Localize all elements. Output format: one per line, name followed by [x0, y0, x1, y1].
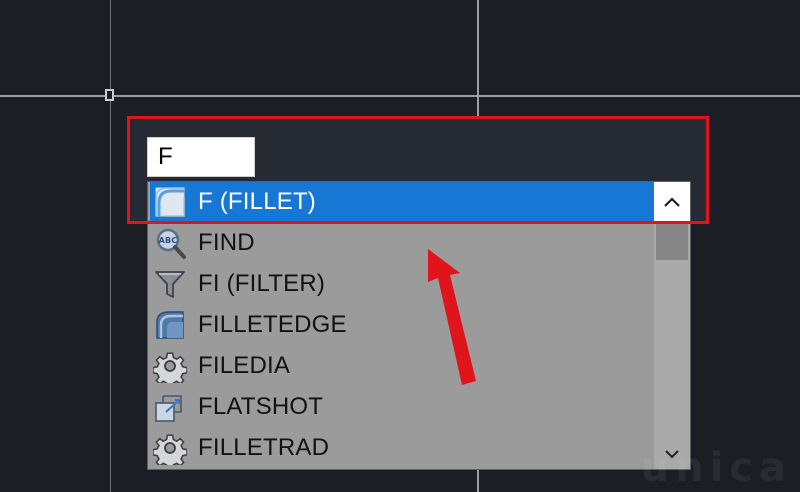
drawing-vertical-line	[110, 0, 111, 492]
gear-icon	[150, 430, 190, 466]
find-text-icon: ABC	[150, 225, 190, 261]
crosshair-pickbox	[105, 89, 114, 101]
flatshot-icon	[150, 389, 190, 425]
filletedge-icon	[150, 307, 190, 343]
gear-icon	[150, 348, 190, 384]
list-item-filedia[interactable]: FILEDIA	[150, 346, 654, 386]
list-scrollbar[interactable]	[654, 182, 690, 469]
list-item-label: FIND	[198, 229, 255, 256]
list-item-filletrad[interactable]: FILLETRAD	[150, 428, 654, 468]
list-item-filletedge[interactable]: FILLETEDGE	[150, 305, 654, 345]
list-item-fillet[interactable]: F (FILLET)	[150, 182, 654, 222]
list-item-flatshot[interactable]: FLATSHOT	[150, 387, 654, 427]
command-input[interactable]: F	[147, 137, 255, 177]
list-item-label: FI (FILTER)	[198, 270, 326, 297]
crosshair-horizontal-line	[0, 95, 800, 97]
svg-text:ABC: ABC	[159, 236, 178, 245]
scroll-up-button[interactable]	[654, 182, 690, 222]
list-item-find[interactable]: ABC FIND	[150, 223, 654, 263]
list-item-label: F (FILLET)	[198, 188, 317, 215]
list-item-label: FILLETEDGE	[198, 311, 347, 338]
fillet-icon	[150, 184, 190, 220]
watermark-text: unica	[640, 445, 792, 491]
list-item-label: FILLETRAD	[198, 434, 330, 461]
annotation-arrow-icon	[428, 249, 476, 385]
list-item-label: FLATSHOT	[198, 393, 324, 420]
filter-funnel-icon	[150, 266, 190, 302]
watermark-logo: unica	[641, 440, 800, 492]
scrollbar-thumb[interactable]	[656, 224, 688, 260]
autocomplete-items: F (FILLET) ABC FIND FI (FILTER) FILLETED…	[148, 182, 654, 469]
chevron-up-icon	[664, 197, 680, 207]
list-item-filter[interactable]: FI (FILTER)	[150, 264, 654, 304]
list-item-label: FILEDIA	[198, 352, 291, 379]
